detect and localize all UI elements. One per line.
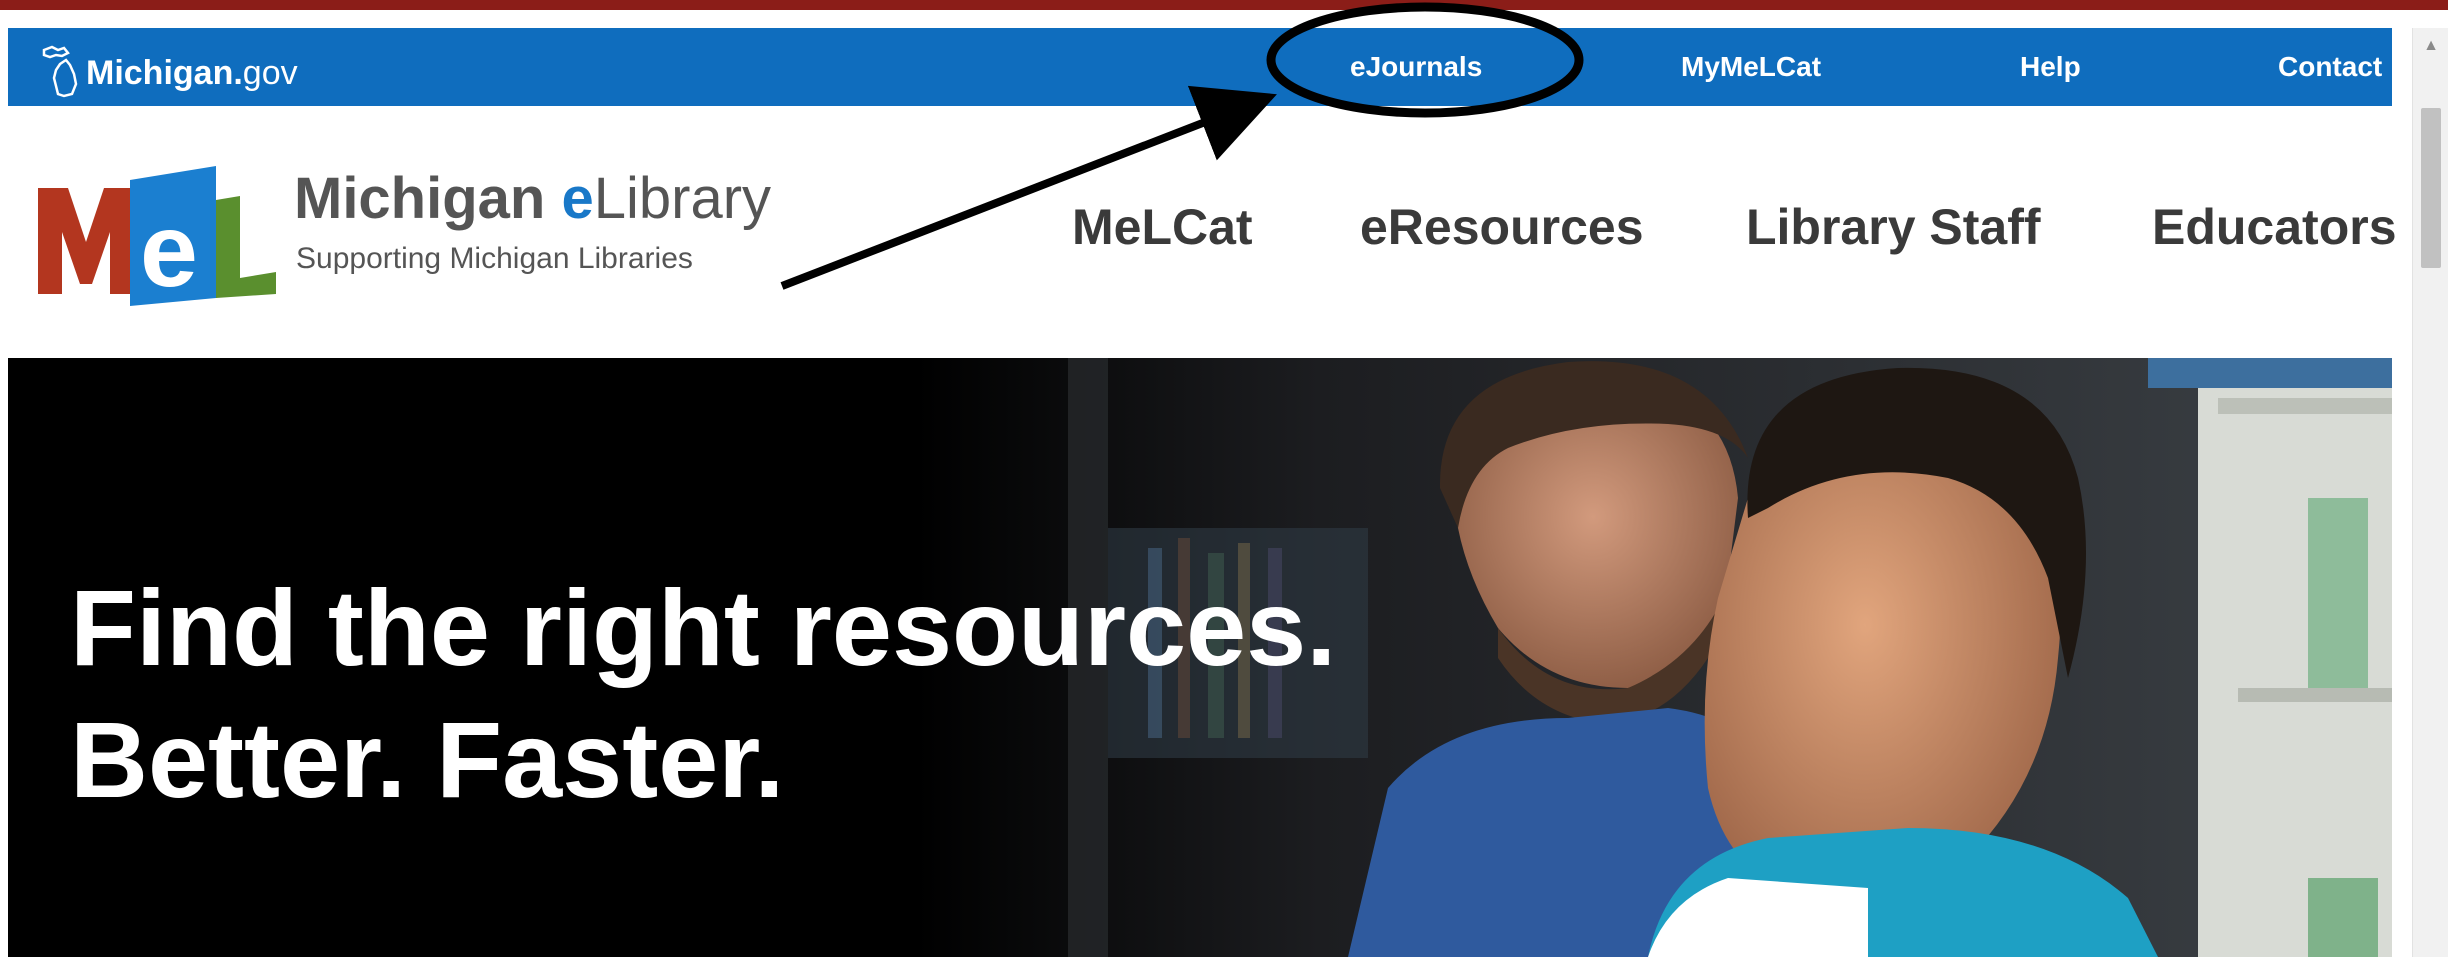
top-accent-strip (0, 0, 2448, 10)
nav-educators[interactable]: Educators (2152, 202, 2397, 252)
site-tagline: Supporting Michigan Libraries (296, 242, 693, 275)
nav-melcat[interactable]: MeLCat (1072, 202, 1253, 252)
help-link[interactable]: Help (2020, 28, 2081, 106)
ejournals-link[interactable]: eJournals (1350, 28, 1482, 106)
svg-text:e: e (140, 193, 198, 306)
site-title-michigan: Michigan (294, 166, 562, 231)
michigan-logo-suffix: gov (242, 54, 298, 92)
hero-banner: Find the right resources. Better. Faster… (8, 358, 2392, 957)
mel-logo-icon: e (38, 166, 276, 306)
michigan-logo-text: Michigan. (86, 54, 243, 92)
michigan-gov-logo[interactable]: Michigan. gov (38, 36, 298, 98)
site-title-library: Library (593, 166, 772, 231)
vertical-scrollbar[interactable]: ▲ (2412, 28, 2448, 957)
mymelcat-link[interactable]: MyMeLCat (1681, 28, 1821, 106)
site-title-e: e (561, 166, 594, 231)
hero-headline-line1: Find the right resources. (70, 567, 1337, 688)
nav-library-staff[interactable]: Library Staff (1746, 202, 2041, 252)
nav-eresources[interactable]: eResources (1360, 202, 1644, 252)
chevron-up-icon[interactable]: ▲ (2413, 28, 2448, 64)
hero-headline-line2: Better. Faster. (70, 699, 785, 820)
utility-bar: Michigan. gov eJournals MyMeLCat Help Co… (8, 28, 2392, 106)
site-header: e Michigan eLibrary Supporting Michigan … (8, 106, 2397, 358)
browser-viewport: Michigan. gov eJournals MyMeLCat Help Co… (0, 0, 2448, 957)
scrollbar-thumb[interactable] (2421, 108, 2441, 268)
site-title: Michigan eLibrary (294, 170, 771, 228)
michigan-state-outline-icon (38, 44, 84, 98)
contact-link[interactable]: Contact (2278, 28, 2382, 106)
